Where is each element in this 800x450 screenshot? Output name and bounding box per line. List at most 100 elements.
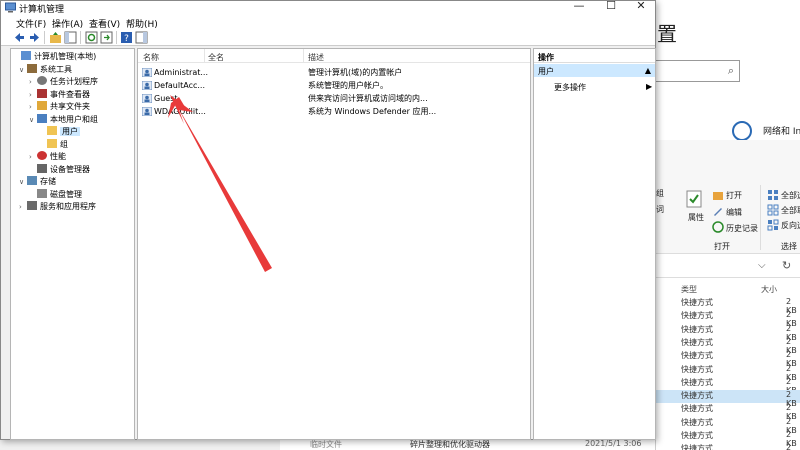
expand-chevron-icon[interactable]: ∨ bbox=[19, 64, 27, 76]
menu-bar: 文件(F) 操作(A) 查看(V) 帮助(H) bbox=[1, 15, 655, 30]
ribbon-open[interactable]: 打开 bbox=[726, 190, 742, 201]
folder-icon bbox=[47, 138, 57, 148]
ribbon-edit[interactable]: 编辑 bbox=[726, 207, 742, 218]
device-manager-icon bbox=[37, 163, 47, 173]
refresh-icon[interactable] bbox=[85, 31, 98, 44]
users-icon bbox=[37, 113, 47, 123]
explorer-address-bar[interactable]: ⌵ ↻ bbox=[656, 256, 800, 278]
tree-item[interactable]: › 服务和应用程序 bbox=[19, 201, 96, 213]
ribbon-invert[interactable]: 反向选 bbox=[781, 220, 800, 231]
show-hide-tree-icon[interactable] bbox=[64, 31, 77, 44]
settings-search-box[interactable]: ⌕ bbox=[655, 60, 740, 82]
tree-item[interactable]: 用户 bbox=[39, 126, 80, 138]
ribbon-history[interactable]: 历史记录 bbox=[726, 223, 758, 234]
tree-item-label: 本地用户和组 bbox=[50, 114, 98, 124]
ribbon-select-all[interactable]: 全部选 bbox=[781, 190, 800, 201]
tree-item[interactable]: 设备管理器 bbox=[29, 163, 90, 176]
tree-item[interactable]: › 共享文件夹 bbox=[29, 101, 90, 113]
file-row[interactable]: 快捷方式2 KB bbox=[656, 337, 800, 355]
file-row[interactable]: 快捷方式2 KB bbox=[656, 417, 800, 435]
file-row[interactable]: 快捷方式2 KB bbox=[656, 297, 800, 315]
console-tree: 计算机管理(本地) ∨ 系统工具 › 任务计划程序 › 事件查看器 › 共享文件夹 ∨ 本地用户和组… bbox=[10, 48, 135, 440]
settings-title: 置 bbox=[657, 22, 677, 46]
user-account-icon bbox=[142, 107, 152, 116]
tree-item[interactable]: › 事件查看器 bbox=[29, 88, 90, 101]
file-row[interactable]: 快捷方式2 KB bbox=[656, 390, 800, 408]
table-row[interactable]: Guest 供来宾访问计算机或访问域的内... bbox=[138, 92, 530, 105]
collapse-triangle-icon[interactable]: ▲ bbox=[645, 66, 651, 75]
collapse-chevron-icon[interactable]: › bbox=[29, 76, 37, 88]
more-actions-item[interactable]: 更多操作 bbox=[554, 82, 586, 93]
user-description-cell: 系统为 Windows Defender 应用... bbox=[308, 107, 437, 116]
svg-text:?: ? bbox=[124, 34, 129, 44]
tree-item-label: 共享文件夹 bbox=[50, 102, 90, 111]
tree-item[interactable]: ∨ 本地用户和组 bbox=[29, 113, 98, 126]
show-hide-action-pane-icon[interactable] bbox=[135, 31, 148, 44]
ribbon-select-none[interactable]: 全部取 bbox=[781, 205, 800, 216]
table-row[interactable]: DefaultAcc... 系统管理的用户帐户。 bbox=[138, 79, 530, 92]
file-row[interactable]: 快捷方式2 KB bbox=[656, 443, 800, 450]
table-row[interactable]: Administrat... 管理计算机(域)的内置帐户 bbox=[138, 66, 530, 79]
actions-header: 操作 bbox=[534, 49, 655, 63]
user-name-cell: DefaultAcc... bbox=[154, 81, 205, 90]
storage-icon bbox=[27, 176, 37, 185]
refresh-icon[interactable]: ↻ bbox=[782, 259, 791, 272]
ribbon-left-b: 词 bbox=[656, 205, 664, 214]
close-button[interactable]: ✕ bbox=[626, 0, 656, 13]
column-size[interactable]: 大小 bbox=[761, 284, 777, 295]
export-list-icon[interactable] bbox=[100, 31, 113, 44]
tree-item-label: 计算机管理(本地) bbox=[34, 52, 97, 61]
column-fullname[interactable]: 全名 bbox=[208, 52, 224, 63]
tools-icon bbox=[27, 63, 37, 73]
file-row[interactable]: 快捷方式2 KB bbox=[656, 350, 800, 368]
file-row[interactable]: 快捷方式2 KB bbox=[656, 430, 800, 448]
title-bar[interactable]: 计算机管理 — ☐ ✕ bbox=[1, 0, 656, 15]
user-description-cell: 系统管理的用户帐户。 bbox=[308, 81, 388, 90]
collapse-chevron-icon[interactable]: › bbox=[19, 201, 27, 213]
toolbar: ? bbox=[1, 29, 655, 46]
chevron-down-icon[interactable]: ⌵ bbox=[758, 260, 766, 271]
select-none-icon bbox=[767, 204, 779, 216]
tree-item[interactable]: ∨ 系统工具 bbox=[19, 63, 72, 76]
tree-item[interactable]: ∨ 存储 bbox=[19, 176, 56, 188]
file-row[interactable]: 快捷方式2 KB bbox=[656, 364, 800, 382]
back-arrow-icon[interactable] bbox=[13, 31, 26, 44]
file-row[interactable]: 快捷方式2 KB bbox=[656, 324, 800, 342]
tree-item[interactable]: 计算机管理(本地) bbox=[13, 51, 96, 63]
tree-item[interactable]: › 性能 bbox=[29, 151, 66, 163]
file-row[interactable]: 快捷方式2 KB bbox=[656, 403, 800, 421]
column-description[interactable]: 描述 bbox=[308, 52, 324, 63]
user-description-cell: 管理计算机(域)的内置帐户 bbox=[308, 68, 403, 77]
tree-item[interactable]: 磁盘管理 bbox=[29, 188, 82, 201]
window-title: 计算机管理 bbox=[19, 5, 65, 15]
actions-pane: 操作 用户 ▲ 更多操作 ▶ bbox=[533, 48, 656, 440]
help-icon[interactable]: ? bbox=[120, 31, 133, 44]
collapse-chevron-icon[interactable]: › bbox=[29, 101, 37, 113]
column-type[interactable]: 类型 bbox=[681, 284, 697, 295]
invert-selection-icon bbox=[767, 219, 779, 231]
actions-users-section[interactable]: 用户 ▲ bbox=[534, 64, 655, 77]
file-row[interactable]: 快捷方式2 KB bbox=[656, 377, 800, 395]
tree-item[interactable]: › 任务计划程序 bbox=[29, 76, 98, 88]
properties-icon[interactable] bbox=[686, 190, 702, 208]
bottom-file-name[interactable]: 碎片整理和优化驱动器 bbox=[410, 439, 490, 450]
tree-item[interactable]: 组 bbox=[39, 138, 68, 151]
services-icon bbox=[27, 201, 37, 210]
network-settings-label[interactable]: 网络和 In bbox=[763, 124, 800, 137]
up-folder-icon[interactable] bbox=[49, 31, 62, 44]
column-name[interactable]: 名称 bbox=[143, 52, 159, 63]
forward-arrow-icon[interactable] bbox=[28, 31, 41, 44]
tree-item-label: 系统工具 bbox=[40, 64, 72, 74]
collapse-chevron-icon[interactable]: › bbox=[29, 151, 37, 163]
minimize-button[interactable]: — bbox=[564, 0, 594, 13]
ribbon-left-a: 组 bbox=[656, 189, 664, 198]
tree-item-label: 磁盘管理 bbox=[50, 189, 82, 199]
expand-chevron-icon[interactable]: ∨ bbox=[19, 176, 27, 188]
table-row[interactable]: WDAGUtilit... 系统为 Windows Defender 应用... bbox=[138, 105, 530, 118]
collapse-chevron-icon[interactable]: › bbox=[29, 89, 37, 101]
tree-item-label: 服务和应用程序 bbox=[40, 202, 96, 211]
expand-chevron-icon[interactable]: ∨ bbox=[29, 114, 37, 126]
maximize-button[interactable]: ☐ bbox=[596, 0, 626, 13]
ribbon-properties[interactable]: 属性 bbox=[688, 212, 704, 223]
file-row[interactable]: 快捷方式2 KB bbox=[656, 310, 800, 328]
